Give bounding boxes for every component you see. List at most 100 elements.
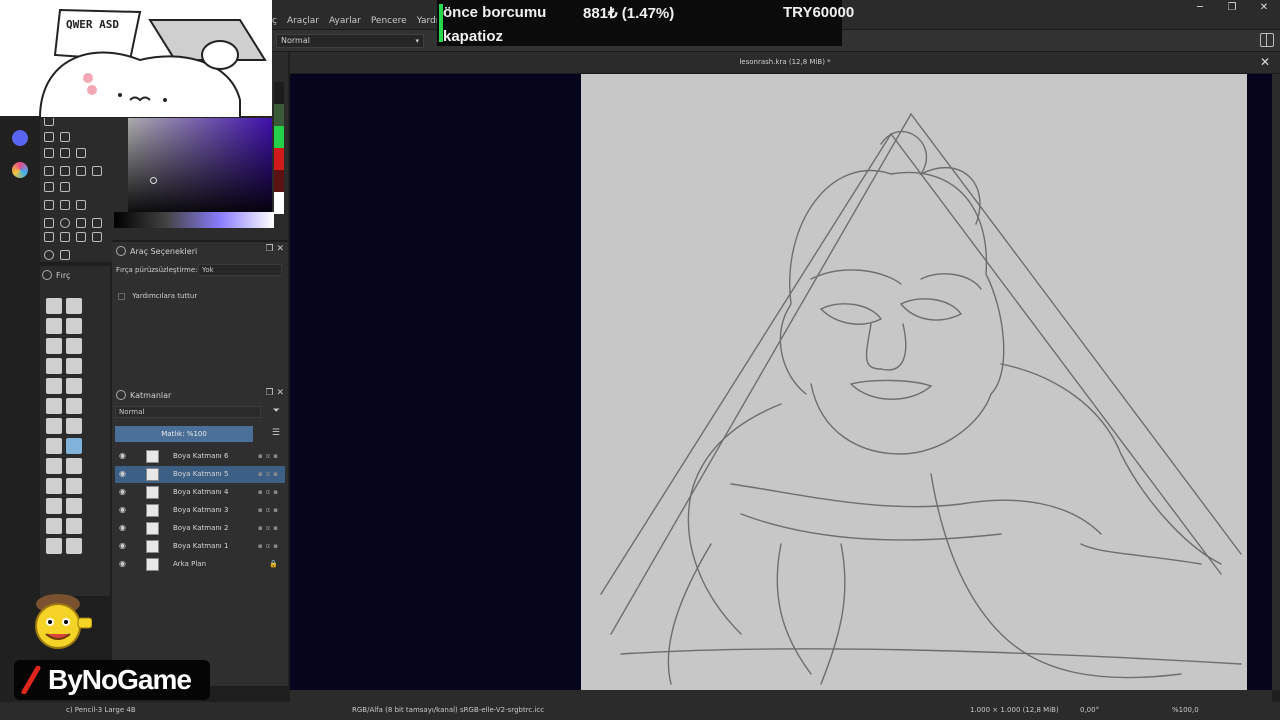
layer-flags-icon[interactable]: ▪α▪ bbox=[258, 452, 281, 460]
close-window-button[interactable]: ✕ bbox=[1248, 0, 1280, 14]
layer-flags-icon[interactable]: ▪α▪ bbox=[258, 542, 281, 550]
brush-preset[interactable] bbox=[66, 298, 82, 314]
status-zoom[interactable]: %100,0 bbox=[1172, 706, 1199, 714]
layer-blend-select[interactable]: Normal bbox=[115, 406, 261, 418]
brush-preset[interactable] bbox=[66, 518, 82, 534]
eye-icon[interactable]: ◉ bbox=[119, 488, 129, 496]
eye-icon[interactable]: ◉ bbox=[119, 560, 129, 568]
layer-name[interactable]: Boya Katmanı 3 bbox=[173, 506, 228, 514]
minimize-button[interactable]: ─ bbox=[1184, 0, 1216, 14]
eye-icon[interactable]: ◉ bbox=[119, 506, 129, 514]
drawing-canvas[interactable] bbox=[581, 74, 1247, 690]
eye-icon[interactable]: ◉ bbox=[119, 542, 129, 550]
brush-preset[interactable] bbox=[46, 438, 62, 454]
brush-preset[interactable] bbox=[66, 358, 82, 374]
close-document-icon[interactable]: ✕ bbox=[1260, 55, 1270, 69]
swatch[interactable] bbox=[274, 82, 284, 104]
brush-preset[interactable] bbox=[66, 378, 82, 394]
layer-flags-icon[interactable]: ▪α▪ bbox=[258, 470, 281, 478]
filter-icon[interactable]: ⏷ bbox=[273, 406, 280, 416]
freehand-select-icon[interactable] bbox=[92, 218, 102, 228]
layer-name[interactable]: Boya Katmanı 4 bbox=[173, 488, 228, 496]
layer-row[interactable]: ◉ Arka Plan 🔒 bbox=[115, 556, 285, 573]
brush-preset[interactable] bbox=[66, 498, 82, 514]
layer-flags-icon[interactable]: ▪α▪ bbox=[258, 488, 281, 496]
close-fill-icon[interactable] bbox=[92, 166, 102, 176]
swatch[interactable] bbox=[274, 170, 284, 192]
close-docker-icon[interactable]: ✕ bbox=[276, 244, 284, 254]
brush-preset[interactable] bbox=[46, 538, 62, 554]
layer-name[interactable]: Boya Katmanı 2 bbox=[173, 524, 228, 532]
gradient-tool-icon[interactable] bbox=[44, 166, 54, 176]
eyedropper-tool-icon[interactable] bbox=[60, 166, 70, 176]
path-tool-icon[interactable] bbox=[44, 132, 54, 142]
layer-row[interactable]: ◉ Boya Katmanı 5 ▪α▪ bbox=[115, 466, 285, 483]
eye-icon[interactable]: ◉ bbox=[119, 452, 129, 460]
assist-checkbox[interactable] bbox=[118, 292, 125, 300]
contiguous-select-icon[interactable] bbox=[44, 232, 54, 242]
maximize-button[interactable]: ❐ bbox=[1216, 0, 1248, 14]
polygon-select-icon[interactable] bbox=[76, 218, 86, 228]
measure-tool-icon[interactable] bbox=[60, 200, 70, 210]
menu-item-tools[interactable]: Araçlar bbox=[287, 16, 319, 26]
rect-select-icon[interactable] bbox=[44, 218, 54, 228]
opacity-slider[interactable]: Matlık: %100 bbox=[115, 426, 253, 442]
brush-preset[interactable] bbox=[46, 378, 62, 394]
swatch[interactable] bbox=[274, 192, 284, 214]
menu-item-partial[interactable]: ç bbox=[272, 16, 277, 26]
crop-tool-icon[interactable] bbox=[44, 148, 54, 158]
layer-flags-icon[interactable]: ▪α▪ bbox=[258, 506, 281, 514]
layer-row[interactable]: ◉ Boya Katmanı 4 ▪α▪ bbox=[115, 484, 285, 501]
layer-name[interactable]: Arka Plan bbox=[173, 560, 206, 568]
layer-row[interactable]: ◉ Boya Katmanı 2 ▪α▪ bbox=[115, 520, 285, 537]
ellipse-select-icon[interactable] bbox=[60, 218, 70, 228]
smoothing-select[interactable]: Yok bbox=[198, 264, 282, 276]
smart-patch-icon[interactable] bbox=[76, 166, 86, 176]
layer-row[interactable]: ◉ Boya Katmanı 6 ▪α▪ bbox=[115, 448, 285, 465]
float-docker-icon[interactable]: ❐ bbox=[266, 388, 274, 398]
brush-preset[interactable] bbox=[46, 318, 62, 334]
toggle-panels-icon[interactable] bbox=[1260, 33, 1274, 47]
move-tool-icon[interactable] bbox=[60, 148, 70, 158]
brush-preset[interactable] bbox=[46, 478, 62, 494]
brush-preset[interactable] bbox=[46, 358, 62, 374]
freehand-path-icon[interactable] bbox=[60, 132, 70, 142]
menu-item-window[interactable]: Pencere bbox=[371, 16, 407, 26]
brush-preset[interactable] bbox=[46, 398, 62, 414]
blend-mode-select[interactable]: Normal ▾ bbox=[276, 34, 424, 48]
brush-preset[interactable] bbox=[46, 298, 62, 314]
brush-preset[interactable] bbox=[46, 498, 62, 514]
brush-preset[interactable] bbox=[46, 418, 62, 434]
menu-item-settings[interactable]: Ayarlar bbox=[329, 16, 361, 26]
eye-icon[interactable]: ◉ bbox=[119, 470, 129, 478]
assistant-tool-icon[interactable] bbox=[44, 200, 54, 210]
similar-select-icon[interactable] bbox=[60, 232, 70, 242]
document-title[interactable]: lesonrash.kra (12,8 MiB) * bbox=[290, 58, 1280, 66]
layer-name[interactable]: Boya Katmanı 1 bbox=[173, 542, 228, 550]
eye-icon[interactable]: ◉ bbox=[119, 524, 129, 532]
brush-preset[interactable] bbox=[66, 458, 82, 474]
bezier-select-icon[interactable] bbox=[76, 232, 86, 242]
float-docker-icon[interactable]: ❐ bbox=[266, 244, 274, 254]
magnetic-select-icon[interactable] bbox=[92, 232, 102, 242]
brush-preset[interactable] bbox=[66, 338, 82, 354]
krita-icon[interactable] bbox=[12, 162, 28, 178]
layer-name[interactable]: Boya Katmanı 6 bbox=[173, 452, 228, 460]
brush-preset-selected[interactable] bbox=[66, 438, 82, 454]
lock-icon[interactable]: 🔒 bbox=[269, 560, 281, 568]
close-docker-icon[interactable]: ✕ bbox=[276, 388, 284, 398]
bucket-tool-icon[interactable] bbox=[44, 182, 54, 192]
brush-preset[interactable] bbox=[46, 458, 62, 474]
brush-preset[interactable] bbox=[66, 418, 82, 434]
brush-preset[interactable] bbox=[66, 398, 82, 414]
swatch[interactable] bbox=[274, 148, 284, 170]
color-picker-handle[interactable] bbox=[150, 177, 157, 184]
menu-icon[interactable]: ☰ bbox=[272, 428, 280, 438]
brush-preset[interactable] bbox=[46, 338, 62, 354]
pattern-tool-icon[interactable] bbox=[60, 182, 70, 192]
layer-name[interactable]: Boya Katmanı 5 bbox=[173, 470, 228, 478]
swatch[interactable] bbox=[274, 104, 284, 126]
layer-row[interactable]: ◉ Boya Katmanı 1 ▪α▪ bbox=[115, 538, 285, 555]
brush-preset[interactable] bbox=[66, 538, 82, 554]
status-rotation[interactable]: 0,00° bbox=[1080, 706, 1099, 714]
